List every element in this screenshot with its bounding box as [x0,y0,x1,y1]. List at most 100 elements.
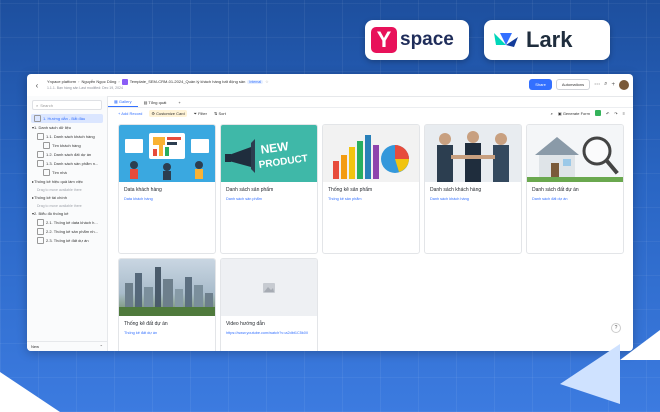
internal-tag: Internal [247,80,264,85]
main-content: ▦ Gallery ▤ Tổng quát + + Add Record ⚙ C… [108,96,633,351]
card-title: Danh sách sản phẩm [226,187,274,193]
card-link[interactable]: Danh sách sản phẩm [226,197,312,201]
card-image-new-product: NEW PRODUCT [221,125,317,182]
add-record-button[interactable]: + Add Record [118,111,142,116]
sidebar-item-customers[interactable]: 1.1. Danh sách khách hàng [27,132,107,141]
gallery-card[interactable]: Danh sách khách hàng Danh sách khách hàn… [424,124,522,254]
filter-label: Filter [198,111,207,116]
yspace-logo-mark: Y [371,27,397,53]
breadcrumb-item-workspace[interactable]: Ynpace platform [47,79,76,84]
search-icon[interactable]: ⌕ [604,81,607,88]
card-link[interactable]: Data khách hàng [124,197,210,201]
doc-icon [34,115,41,122]
sidebar-item-chart-products[interactable]: 2.2. Thống kê sản phẩm nh... [27,227,107,236]
sidebar-item-label: 2.3. Thống kê đất dự án [46,238,89,243]
undo-icon[interactable]: ↶ [606,111,609,116]
sidebar-item-chart-land[interactable]: 2.3. Thống kê đất dự án [27,236,107,245]
sidebar-item-find-house[interactable]: Tìm nhà [27,168,107,177]
card-link[interactable]: Thống kê đất dự án [124,331,210,335]
yspace-logo: Y space [365,20,469,60]
search-input[interactable]: ⌕ Search [32,100,102,110]
sidebar-nav: 1. Hướng dẫn - Bắt đầu ▾ 1. Danh sách dữ… [27,114,107,245]
form-icon [43,169,50,176]
add-icon[interactable]: + [611,82,615,88]
gallery-card[interactable]: Danh sách đất dự án Danh sách đất dự án [526,124,624,254]
sidebar-item-performance[interactable]: ▸ Thống kê hiệu quả làm việc [27,177,107,186]
new-label: New [31,344,40,349]
redo-icon[interactable]: ↷ [614,111,617,116]
sidebar-item-find-customer[interactable]: Tìm khách hàng [27,141,107,150]
new-button[interactable]: New ⌃ [27,341,107,351]
sheets-icon[interactable] [594,110,601,116]
lark-logo-text: Lark [526,27,573,52]
sidebar-item-label: Thống kê tài chính [34,195,67,200]
gallery-card[interactable]: Video hướng dẫn https://www.youtube.com/… [220,258,318,351]
card-link[interactable]: Danh sách khách hàng [430,197,516,201]
grid-icon: ▤ [143,100,148,105]
breadcrumb-item-owner[interactable]: Nguyễn Ngọc Dũng [81,79,116,84]
share-button[interactable]: Share [529,79,552,90]
card-title: Danh sách khách hàng [430,187,482,193]
card-image-stats [323,125,419,182]
gallery-card[interactable]: NEW PRODUCT Danh sách sản phẩm Danh sách… [220,124,318,254]
card-link[interactable]: Thống kê sản phẩm [328,197,414,201]
form-icon: ▣ [557,110,562,116]
last-modified: Last modified: Dec 19, 2024 [79,86,123,91]
sub-left: 1.1.1. Bạn hàng sản [47,86,79,91]
more-icon[interactable]: ⋯ [594,81,600,88]
customize-label: Customize Card [156,111,185,116]
chevron-up-icon: ⌃ [99,344,103,349]
star-icon[interactable]: ☆ [265,79,269,84]
sidebar-item-label: 1.2. Danh sách đất dự án [46,152,92,157]
customize-icon: ⚙ [151,111,155,116]
filter-button[interactable]: ⏷ Filter [194,111,207,116]
menu-icon[interactable]: ≡ [623,111,625,116]
search-icon: ⌕ [36,102,39,108]
tab-label: Gallery [118,99,132,104]
sidebar-item-land[interactable]: 1.2. Danh sách đất dự án [27,150,107,159]
sidebar-item-charts[interactable]: ▾ 2. Biểu đồ thống kê [27,209,107,218]
card-link[interactable]: Danh sách đất dự án [532,197,618,201]
sidebar-item-label: Tìm khách hàng [52,143,81,148]
sidebar-item-label: Thống kê hiệu quả làm việc [34,179,83,184]
decor-triangle [620,330,660,360]
sort-label: Sort [218,111,226,116]
sidebar-item-chart-customers[interactable]: 2.1. Thống kê data khách h... [27,218,107,227]
back-arrow-icon[interactable]: ‹ [30,81,44,90]
sidebar-item-finance[interactable]: ▸ Thống kê tài chính [27,193,107,202]
sidebar-item-guide[interactable]: 1. Hướng dẫn - Bắt đầu [31,114,103,123]
gallery-card[interactable]: Thống kê sản phẩm Thống kê sản phẩm [322,124,420,254]
sidebar-item-label: 2.2. Thống kê sản phẩm nh... [46,229,98,234]
sort-icon: ⇅ [213,111,218,116]
tab-gallery[interactable]: ▦ Gallery [108,99,138,107]
card-title: Data khách hàng [124,187,162,193]
tab-overview[interactable]: ▤ Tổng quát [138,100,173,107]
sidebar-item-label: 2. Biểu đồ thống kê [34,211,69,216]
image-placeholder-icon [263,282,275,293]
dashboard-icon [37,219,44,226]
sort-button[interactable]: ⇅ Sort [214,111,226,116]
page-title: Template_SEM-CRM-01-2024_Quản lý khách h… [129,79,246,85]
add-view-button[interactable]: + [172,100,186,107]
automations-button[interactable]: Automations [555,79,591,90]
table-icon [37,160,44,167]
sidebar: ⌕ Search 1. Hướng dẫn - Bắt đầu ▾ 1. Danh… [27,96,108,351]
avatar[interactable] [619,79,629,90]
generate-form-button[interactable]: ▣ Generate Form [558,111,590,116]
title-area: Ynpace platform › Nguyễn Ngọc Dũng › Templat… [47,78,269,91]
subtitle: 1.1.1. Bạn hàng sản Last modified: Dec 1… [47,85,269,91]
sidebar-item-label: 1. Danh sách dữ liệu [34,125,71,130]
toolbar-right: ⌕ ▣ Generate Form ↶ ↷ ≡ [551,110,625,116]
decor-triangle [0,372,60,412]
search-icon[interactable]: ⌕ [551,111,553,116]
decor-triangle [560,344,620,404]
gallery-card[interactable]: Data khách hàng Data khách hàng [118,124,216,254]
gallery-card[interactable]: Thống kê đất dự án Thống kê đất dự án [118,258,216,351]
sidebar-item-label: Tìm nhà [52,170,67,175]
sidebar-item-products[interactable]: 1.3. Danh sách sản phẩm n... [27,159,107,168]
card-image-house [527,125,623,182]
sidebar-item-data-list[interactable]: ▾ 1. Danh sách dữ liệu [27,123,107,132]
customize-card-button[interactable]: ⚙ Customize Card [149,110,187,117]
form-icon [43,142,50,149]
card-link[interactable]: https://www.youtube.com/watch?v=a2dbt1C5… [226,331,312,335]
